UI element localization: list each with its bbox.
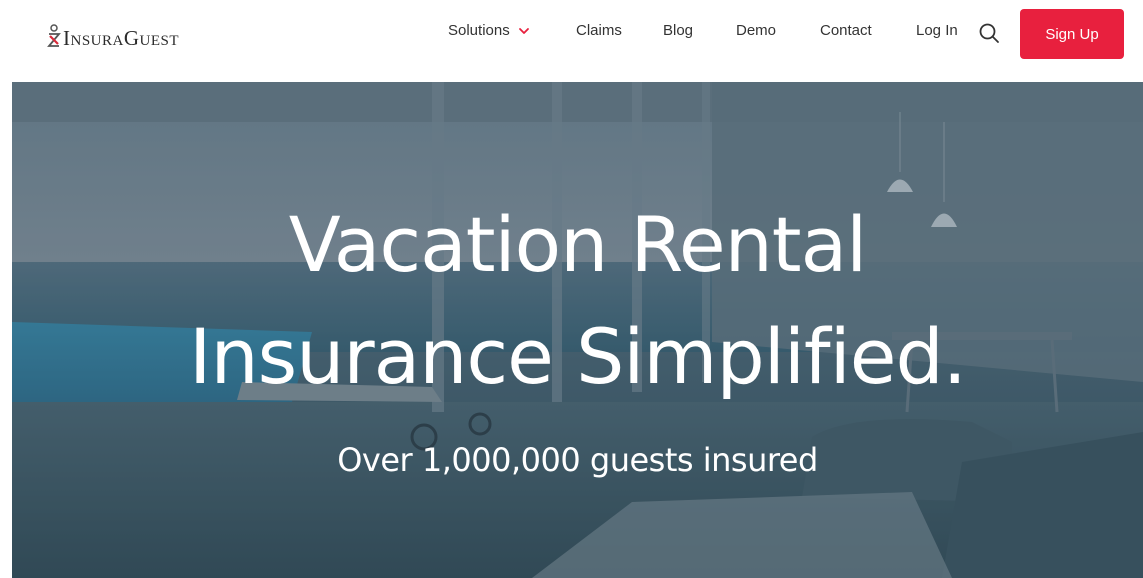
- nav-login[interactable]: Log In: [916, 22, 958, 39]
- hero-title-line1: Vacation Rental: [288, 200, 868, 289]
- nav-contact[interactable]: Contact: [820, 22, 872, 39]
- hero-title-line2: Insurance Simplified.: [189, 312, 967, 401]
- hero-section: Vacation Rental Insurance Simplified. Ov…: [12, 82, 1143, 578]
- hero-subtitle: Over 1,000,000 guests insured: [337, 441, 818, 479]
- nav-demo[interactable]: Demo: [736, 22, 776, 39]
- logo-text: InsuraGuest: [63, 26, 180, 50]
- signup-button[interactable]: Sign Up: [1020, 9, 1124, 59]
- nav-solutions[interactable]: Solutions: [448, 22, 530, 39]
- search-icon[interactable]: [978, 22, 1000, 44]
- chevron-down-icon: [518, 27, 529, 34]
- nav-solutions-label: Solutions: [448, 22, 510, 39]
- nav-claims[interactable]: Claims: [576, 22, 622, 39]
- site-header: InsuraGuest Solutions Claims Blog Demo C…: [0, 0, 1143, 82]
- nav-blog[interactable]: Blog: [663, 22, 693, 39]
- logo[interactable]: InsuraGuest: [47, 20, 179, 50]
- logo-icon: [47, 24, 61, 47]
